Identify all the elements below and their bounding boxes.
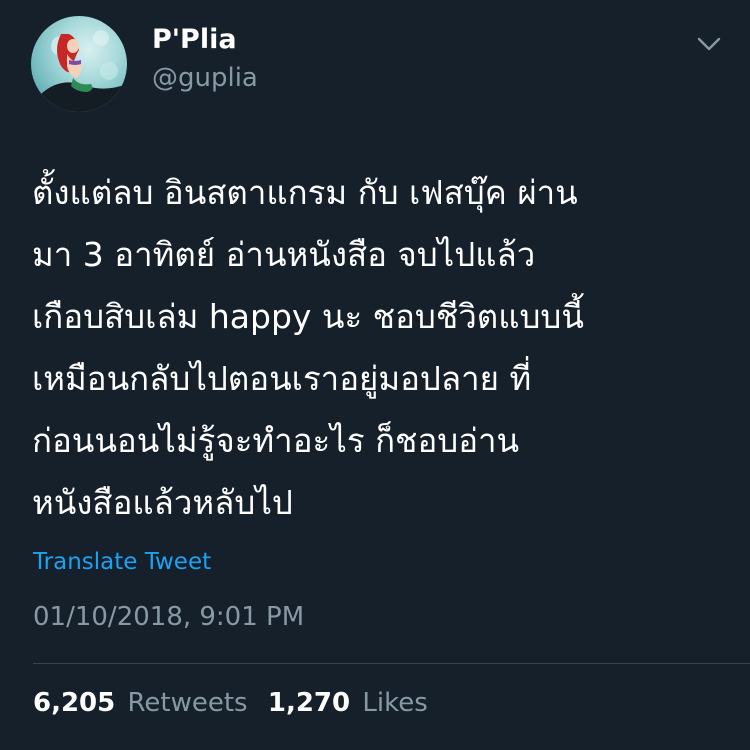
tweet-text-line: ตั้งแต่ลบ อินสตาแกรม กับ เฟสบุ๊ค ผ่าน [32, 173, 578, 212]
tweet-text-line: หนังสือแล้วหลับไป [32, 483, 293, 522]
retweets-label: Retweets [127, 688, 248, 718]
retweets-count: 6,205 [33, 688, 116, 718]
likes-label: Likes [362, 688, 428, 718]
divider [33, 663, 750, 664]
avatar[interactable] [31, 16, 127, 112]
tweet-timestamp[interactable]: 01/10/2018, 9:01 PM [33, 602, 304, 632]
likes-stat[interactable]: 1,270 Likes [268, 688, 428, 718]
avatar-image [31, 30, 127, 112]
tweet-card: P'Plia @guplia ตั้งแต่ลบ อินสตาแกรม กับ … [0, 0, 750, 750]
retweets-stat[interactable]: 6,205 Retweets [33, 688, 248, 718]
chevron-down-icon[interactable] [694, 33, 724, 55]
tweet-text-line: ก่อนนอนไม่รู้จะทำอะไร ก็ชอบอ่าน [32, 421, 520, 460]
tweet-stats: 6,205 Retweets 1,270 Likes [33, 688, 440, 718]
display-name[interactable]: P'Plia [152, 24, 237, 55]
likes-count: 1,270 [267, 688, 351, 718]
tweet-text: ตั้งแต่ลบ อินสตาแกรม กับ เฟสบุ๊ค ผ่าน มา… [32, 162, 732, 534]
tweet-text-line: มา 3 อาทิตย์ อ่านหนังสือ จบไปแล้ว [32, 235, 536, 274]
translate-tweet-link[interactable]: Translate Tweet [33, 549, 211, 575]
tweet-text-line: เหมือนกลับไปตอนเราอยู่มอปลาย ที่ [32, 359, 532, 398]
user-handle[interactable]: @guplia [152, 63, 258, 93]
tweet-text-line: เกือบสิบเล่ม happy นะ ชอบชีวิตแบบนี้ [32, 297, 584, 336]
